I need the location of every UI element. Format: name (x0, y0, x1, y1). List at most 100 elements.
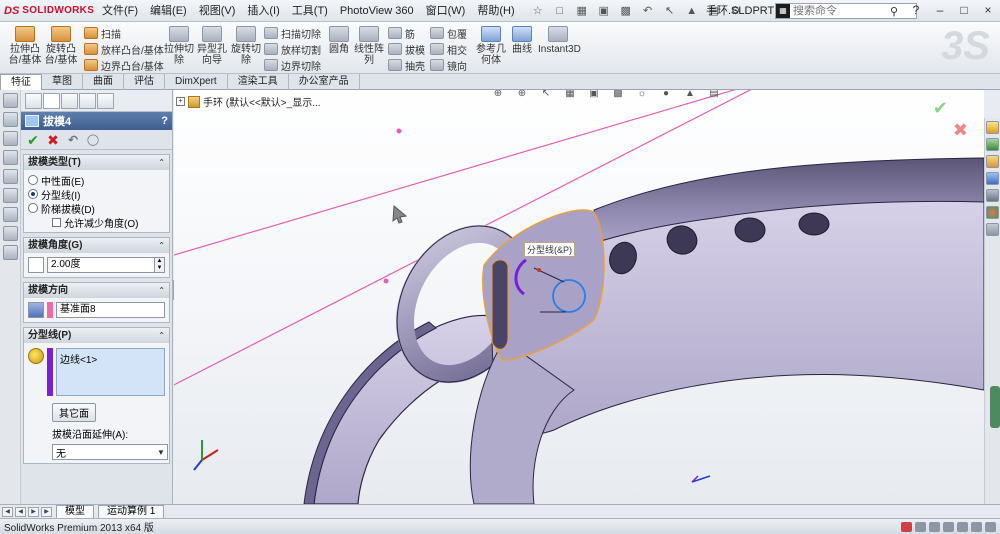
list-item[interactable]: 边线<1> (60, 351, 161, 366)
menu-photoview[interactable]: PhotoView 360 (334, 0, 420, 22)
boundary-cut-button[interactable]: 边界切除 (264, 57, 321, 73)
first-tab-icon[interactable]: ◀ (2, 506, 13, 517)
select-arrow-icon[interactable]: ↖ (661, 3, 679, 19)
cancel-x-icon[interactable]: ✖ (45, 132, 61, 148)
open-folder-icon[interactable]: ▦ (573, 3, 591, 19)
last-tab-icon[interactable]: ▶ (41, 506, 52, 517)
display-manager-tab-icon[interactable] (97, 92, 114, 109)
collapse-chevron-icon[interactable]: ⌃ (158, 328, 165, 343)
previous-view-icon[interactable]: ↖ (536, 90, 556, 102)
menu-help[interactable]: 帮助(H) (471, 0, 520, 22)
detailed-preview-icon[interactable]: ◯ (85, 132, 101, 148)
scene-icon[interactable]: ▲ (680, 90, 700, 102)
hide-show-items-icon[interactable]: ☼ (632, 90, 652, 102)
help-button[interactable]: ? (161, 115, 168, 127)
close-icon[interactable]: × (980, 2, 996, 18)
tab-evaluate[interactable]: 评估 (124, 74, 165, 90)
appearances-scenes-icon[interactable] (986, 189, 999, 202)
draft-angle-header[interactable]: 拔模角度(G) ⌃ (24, 238, 169, 253)
tab-render-tools[interactable]: 渲染工具 (228, 74, 289, 90)
other-face-button[interactable]: 其它面 (52, 403, 96, 422)
linear-pattern-button[interactable]: 线性阵 列 (354, 26, 384, 66)
tab-office-products[interactable]: 办公室产品 (289, 74, 360, 90)
minimize-icon[interactable]: – (932, 2, 948, 18)
task-pane-expand-handle[interactable] (990, 386, 1000, 428)
view-orientation-icon[interactable]: ▣ (584, 90, 604, 102)
allow-reduced-angle-checkbox[interactable]: 允许减少角度(O) (52, 215, 165, 230)
view-settings-icon[interactable]: ▤ (704, 90, 724, 102)
draft-type-header[interactable]: 拔模类型(T) ⌃ (24, 155, 169, 170)
menu-tools[interactable]: 工具(T) (286, 0, 334, 22)
display-style-icon[interactable]: ▩ (608, 90, 628, 102)
curves-button[interactable]: 曲线 (510, 26, 534, 55)
draft-direction-field[interactable]: 基准面8 (56, 302, 165, 318)
circle-tool-icon[interactable] (3, 169, 18, 184)
custom-properties-icon[interactable] (986, 206, 999, 219)
collapse-chevron-icon[interactable]: ⌃ (158, 155, 165, 170)
smart-dimension-icon[interactable] (3, 112, 18, 127)
notification-icon[interactable] (943, 521, 954, 532)
extrude-boss-button[interactable]: 拉伸凸 台/基体 (8, 26, 42, 66)
radio-parting-line[interactable]: 分型线(I) (28, 187, 165, 202)
rebuild-status-icon[interactable] (901, 521, 912, 532)
offset-tool-icon[interactable] (3, 245, 18, 260)
hole-wizard-button[interactable]: 异型孔 向导 (197, 26, 227, 66)
mirror-button[interactable]: 镜向 (430, 57, 467, 73)
search-icon[interactable]: ⚲ (890, 5, 898, 18)
intersect-button[interactable]: 相交 (430, 41, 467, 57)
loft-boss-button[interactable]: 放样凸台/基体 (84, 41, 164, 57)
arc-tool-icon[interactable] (3, 188, 18, 203)
search-input[interactable] (790, 5, 890, 17)
collapse-chevron-icon[interactable]: ⌃ (158, 238, 165, 253)
print-icon[interactable]: ▩ (617, 3, 635, 19)
trim-tool-icon[interactable] (3, 226, 18, 241)
parting-line-callout[interactable]: 分型线(&P) (524, 242, 576, 257)
swept-cut-button[interactable]: 扫描切除 (264, 25, 321, 41)
rectangle-tool-icon[interactable] (3, 150, 18, 165)
help-icon[interactable] (985, 521, 996, 532)
feature-tree-flyout[interactable]: + 手环 (默认<<默认>_显示... (176, 94, 321, 109)
keyboard-icon[interactable] (957, 521, 968, 532)
pin-icon[interactable]: ☆ (529, 3, 547, 19)
reverse-direction-icon[interactable] (28, 302, 44, 318)
collapse-chevron-icon[interactable]: ⌃ (158, 283, 165, 298)
line-tool-icon[interactable] (3, 131, 18, 146)
draft-button[interactable]: 拔模 (388, 41, 425, 57)
tab-dimxpert[interactable]: DimXpert (165, 74, 228, 90)
undo-icon[interactable]: ↶ (65, 132, 81, 148)
spline-tool-icon[interactable] (3, 207, 18, 222)
tab-motion-study[interactable]: 运动算例 1 (98, 505, 165, 518)
angle-spinner[interactable]: ▲ ▼ (155, 257, 165, 273)
draft-direction-header[interactable]: 拔模方向 ⌃ (24, 283, 169, 298)
parting-lines-header[interactable]: 分型线(P) ⌃ (24, 328, 169, 343)
view-palette-icon[interactable] (986, 172, 999, 185)
tab-sketch[interactable]: 草图 (42, 74, 83, 90)
menu-file[interactable]: 文件(F) (96, 0, 144, 22)
prev-tab-icon[interactable]: ◀ (15, 506, 26, 517)
expand-icon[interactable]: + (176, 97, 185, 106)
tooltip-icon[interactable] (929, 521, 940, 532)
sweep-button[interactable]: 扫描 (84, 25, 121, 41)
boundary-boss-button[interactable]: 边界凸台/基体 (84, 57, 164, 73)
new-document-icon[interactable]: □ (551, 3, 569, 19)
confirmation-cancel-icon[interactable]: ✖ (953, 120, 968, 141)
edit-appearance-icon[interactable]: ● (656, 90, 676, 102)
solidworks-resources-icon[interactable] (986, 121, 999, 134)
tab-model[interactable]: 模型 (56, 505, 94, 518)
menu-view[interactable]: 视图(V) (193, 0, 242, 22)
confirmation-ok-icon[interactable]: ✔ (933, 98, 948, 119)
app-logo[interactable]: DS SOLIDWORKS (0, 5, 96, 17)
units-icon[interactable] (915, 521, 926, 532)
tab-surfaces[interactable]: 曲面 (83, 74, 124, 90)
feature-manager-tab-icon[interactable] (25, 92, 42, 109)
revolve-boss-button[interactable]: 旋转凸 台/基体 (44, 26, 78, 66)
sketch-tool-icon[interactable] (3, 93, 18, 108)
language-icon[interactable] (971, 521, 982, 532)
shell-button[interactable]: 抽壳 (388, 57, 425, 73)
fillet-button[interactable]: 圆角 (326, 26, 352, 55)
file-explorer-icon[interactable] (986, 155, 999, 168)
dimxpert-manager-tab-icon[interactable] (79, 92, 96, 109)
tab-features[interactable]: 特征 (0, 74, 42, 90)
next-tab-icon[interactable]: ▶ (28, 506, 39, 517)
revolve-cut-button[interactable]: 旋转切 除 (231, 26, 261, 66)
